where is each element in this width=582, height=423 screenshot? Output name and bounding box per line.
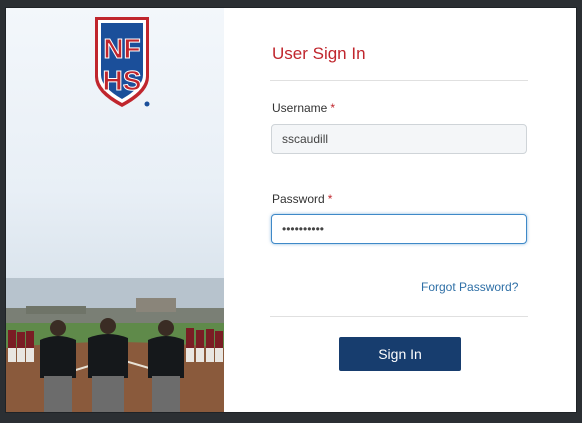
form-divider — [270, 316, 528, 317]
forgot-password-link[interactable]: Forgot Password? — [421, 280, 518, 294]
username-label-text: Username — [272, 101, 328, 115]
svg-text:NF: NF — [103, 33, 140, 64]
username-field[interactable]: sscaudill — [271, 124, 527, 154]
title-divider — [270, 80, 528, 81]
password-field[interactable]: •••••••••• — [271, 214, 527, 244]
required-marker: * — [330, 101, 336, 115]
signin-form: User Sign In Username * sscaudill Passwor… — [224, 8, 576, 412]
password-label: Password * — [272, 192, 332, 206]
page-title: User Sign In — [272, 44, 366, 63]
required-marker: * — [327, 192, 333, 206]
svg-text:HS: HS — [103, 65, 142, 96]
password-label-text: Password — [272, 192, 325, 206]
sign-in-button[interactable]: Sign In — [339, 337, 461, 371]
nfhs-logo: NF HS — [95, 17, 150, 107]
signin-window: NF HS User Sign In Username * sscaudill … — [5, 7, 577, 413]
username-label: Username * — [272, 101, 335, 115]
baseball-umpires-photo — [6, 278, 224, 412]
brand-panel: NF HS — [6, 8, 224, 412]
